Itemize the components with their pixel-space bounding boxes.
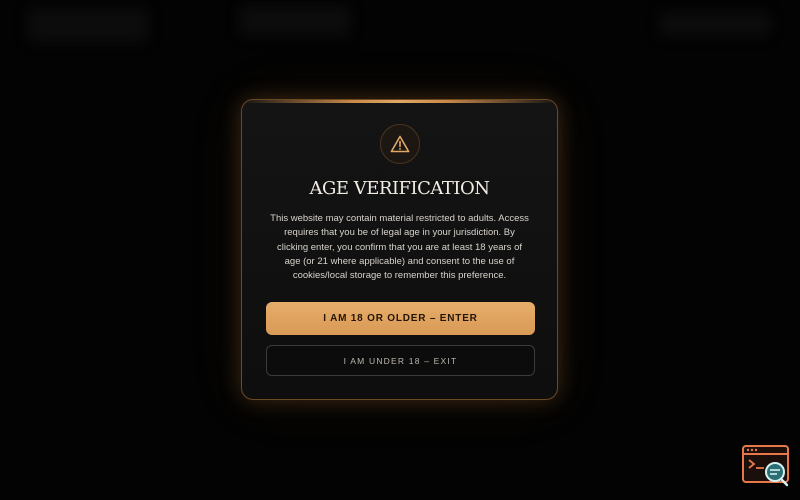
background-blur-nav [240, 6, 350, 36]
terminal-search-icon [742, 445, 789, 487]
warning-triangle-icon [390, 135, 410, 153]
background-blur-header-right [660, 12, 770, 36]
page-backdrop: AGE VERIFICATION This website may contai… [0, 0, 800, 500]
age-verification-modal: AGE VERIFICATION This website may contai… [241, 99, 558, 400]
background-blur-logo [28, 8, 148, 42]
modal-accent-line [242, 100, 557, 103]
exit-button[interactable]: I AM UNDER 18 – EXIT [266, 345, 535, 376]
terminal-search-widget[interactable] [742, 445, 790, 487]
warning-icon-badge [380, 124, 420, 164]
modal-message: This website may contain material restri… [270, 213, 529, 282]
modal-title: AGE VERIFICATION [309, 178, 490, 199]
enter-button[interactable]: I AM 18 OR OLDER – ENTER [266, 302, 535, 335]
